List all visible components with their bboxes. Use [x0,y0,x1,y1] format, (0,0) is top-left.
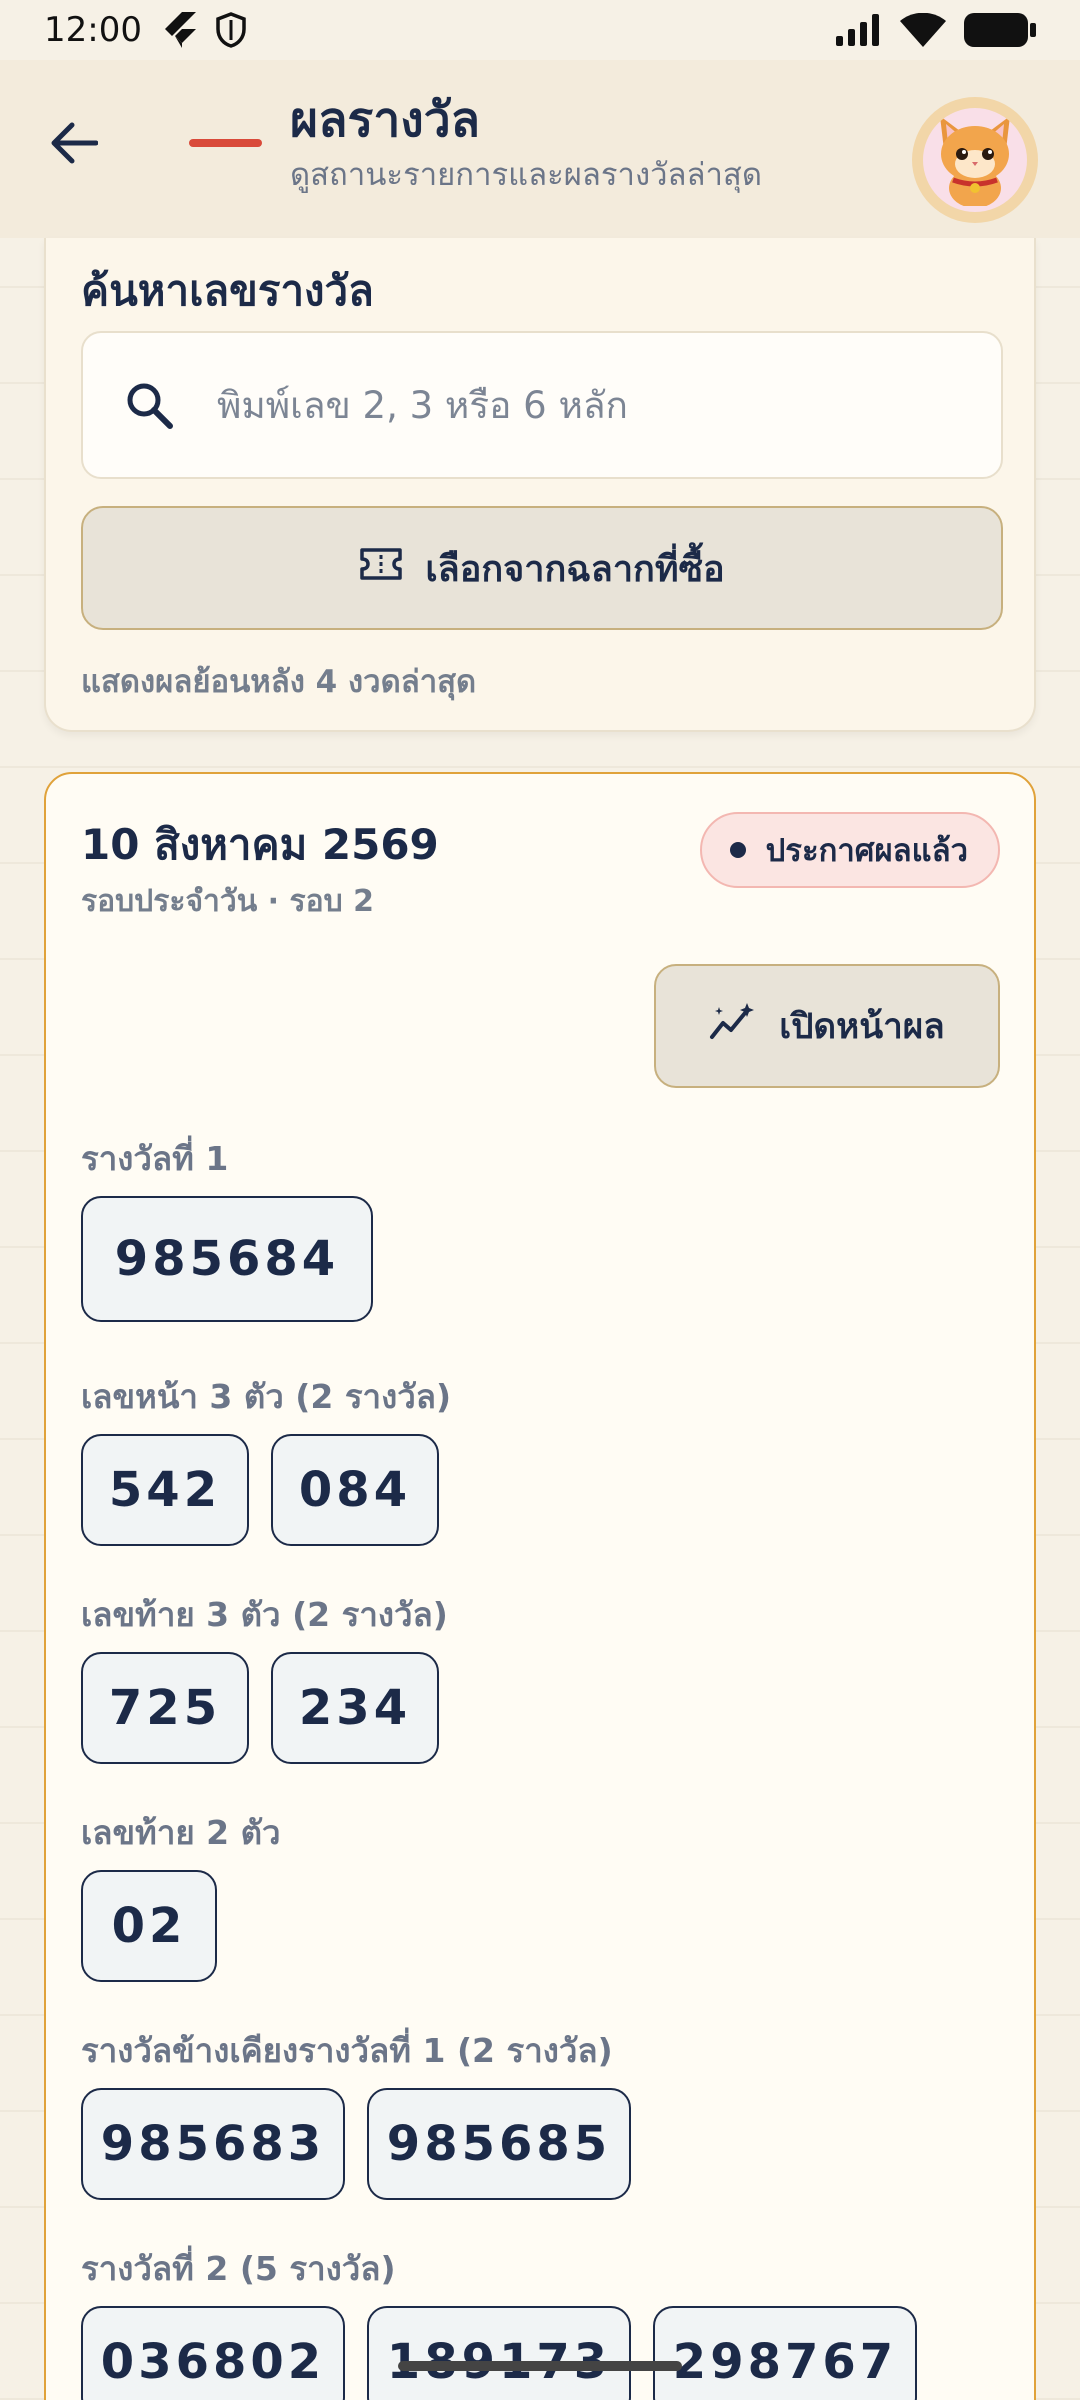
cat-avatar-icon [930,110,1020,210]
signal-icon [836,14,882,46]
number-box: 985683 [81,2088,345,2200]
select-from-tickets-button[interactable]: เลือกจากฉลากที่ซื้อ [81,506,1003,630]
section-label-adjacent-prize: รางวัลข้างเคียงรางวัลที่ 1 (2 รางวัล) [81,2031,613,2070]
last-2-row: 02 [81,1870,217,1982]
wifi-icon [900,13,946,47]
ticket-icon [359,547,403,590]
title-accent-bar [189,139,262,147]
draw-round: รอบประจำวัน · รอบ 2 [81,884,374,919]
select-from-tickets-label: เลือกจากฉลากที่ซื้อ [425,548,725,590]
adjacent-prize-row: 985683 985685 [81,2088,631,2200]
number-box: 542 [81,1434,249,1546]
section-label-last-2: เลขท้าย 2 ตัว [81,1813,281,1852]
battery-icon [964,13,1036,47]
status-badge-label: ประกาศผลแล้ว [765,833,968,869]
draw-date: 10 สิงหาคม 2569 [81,820,439,869]
flutter-icon [162,12,196,48]
section-label-prize-2: รางวัลที่ 2 (5 รางวัล) [81,2249,396,2288]
app-bar: ผลรางวัล ดูสถานะรายการและผลรางวัลล่าสุด [0,60,1080,238]
number-box: 189173 [367,2306,631,2400]
prize-1-row: 985684 [81,1196,373,1322]
shield-icon [216,12,246,48]
back-button[interactable] [44,115,104,175]
front-3-row: 542 084 [81,1434,439,1546]
status-dot-icon [729,842,746,858]
result-card: 10 สิงหาคม 2569 รอบประจำวัน · รอบ 2 ประก… [44,772,1036,2400]
open-results-label: เปิดหน้าผล [779,1006,945,1047]
number-box: 298767 [653,2306,917,2400]
number-box: 725 [81,1652,249,1764]
history-note: แสดงผลย้อนหลัง 4 งวดล่าสุด [81,664,477,700]
last-3-row: 725 234 [81,1652,439,1764]
number-box: 084 [271,1434,439,1546]
number-box: 02 [81,1870,217,1982]
number-box: 985685 [367,2088,631,2200]
number-box: 036802 [81,2306,345,2400]
number-box: 234 [271,1652,439,1764]
search-icon [119,375,179,435]
section-label-last-3: เลขท้าย 3 ตัว (2 รางวัล) [81,1595,448,1634]
avatar[interactable] [912,97,1038,223]
search-card: ค้นหาเลขรางวัล เลือกจากฉลากที่ซื้อ แสดงผ… [44,238,1036,732]
prize-2-row: 036802 189173 298767 [81,2306,917,2400]
section-label-prize-1: รางวัลที่ 1 [81,1139,229,1178]
status-time: 12:00 [44,10,142,50]
search-field[interactable] [81,331,1003,479]
page-subtitle: ดูสถานะรายการและผลรางวัลล่าสุด [290,157,762,193]
status-badge: ประกาศผลแล้ว [699,812,1000,888]
section-label-front-3: เลขหน้า 3 ตัว (2 รางวัล) [81,1377,452,1416]
open-results-button[interactable]: เปิดหน้าผล [654,964,1000,1088]
home-indicator[interactable] [398,2361,682,2371]
sparkle-chart-icon [709,1002,755,1050]
search-heading: ค้นหาเลขรางวัล [81,266,374,315]
title-block: ผลรางวัล ดูสถานะรายการและผลรางวัลล่าสุด [290,90,762,196]
search-input[interactable] [217,383,977,427]
status-bar: 12:00 [0,0,1080,60]
page-title: ผลรางวัล [290,92,481,148]
back-arrow-icon [50,121,99,169]
number-box: 985684 [81,1196,373,1322]
